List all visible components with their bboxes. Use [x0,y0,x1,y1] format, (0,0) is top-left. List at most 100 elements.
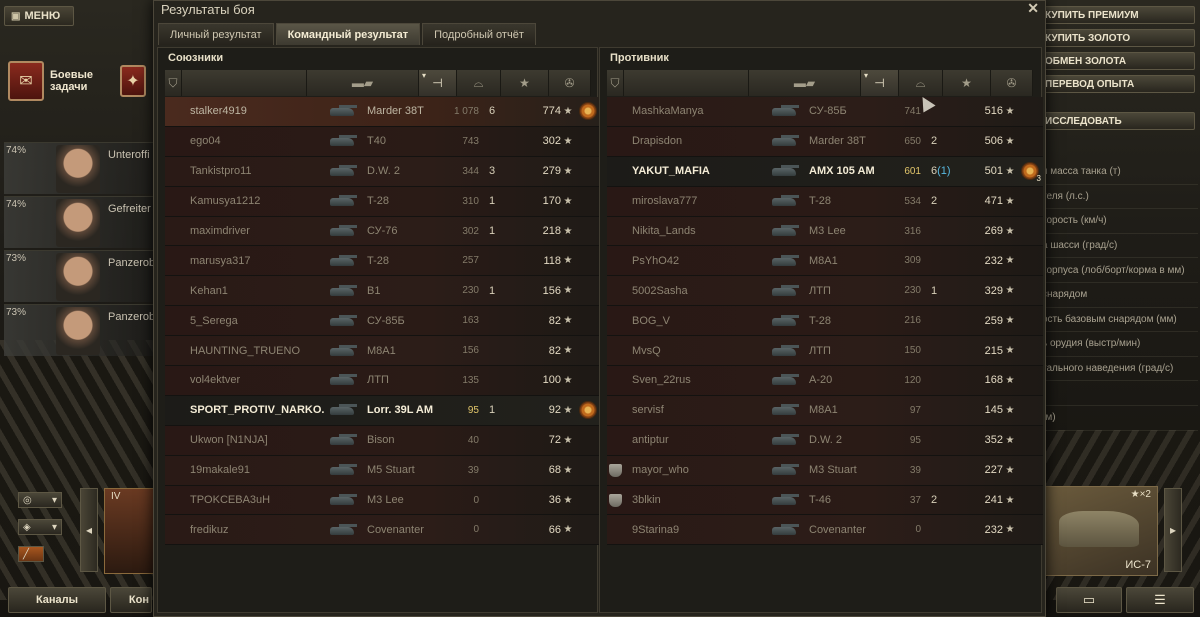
player-row[interactable]: YAKUT_MAFIA AMX 105 AM 601 6(1) 501 ★ 3 [607,156,1043,187]
player-name[interactable]: ego04 [182,135,325,147]
medal-icon[interactable] [580,103,596,120]
crew-member-1[interactable]: 74% Unterofﬁ [4,142,154,194]
player-row[interactable]: Nikita_Lands M3 Lee 316 269 ★ [607,216,1043,247]
col-damage[interactable]: ▾ ⊣ [419,70,457,96]
player-row[interactable]: MashkaManya СУ-85Б 741 516 ★ [607,97,1043,127]
menu-button[interactable]: ▣ МЕНЮ [4,6,74,26]
col-xp[interactable]: ★ [501,70,549,96]
col-squad[interactable]: ⛉ [607,70,624,96]
player-row[interactable]: mayor_who M3 Stuart 39 227 ★ [607,455,1043,486]
player-name[interactable]: 3blkin [624,494,767,506]
player-name[interactable]: SPORT_PROTIV_NARKO.. [182,404,325,416]
tab-team[interactable]: Командный результат [275,23,421,45]
player-name[interactable]: marusya317 [182,255,325,267]
player-row[interactable]: BOG_V T-28 216 259 ★ [607,306,1043,337]
player-name[interactable]: Ukwon [N1NJA] [182,434,325,446]
tab-personal[interactable]: Личный результат [158,23,274,45]
notifications-button[interactable]: ☰ [1126,587,1194,613]
player-row[interactable]: antiptur D.W. 2 95 352 ★ [607,425,1043,456]
player-name[interactable]: maximdriver [182,225,325,237]
player-row[interactable]: Sven_22rus A-20 120 168 ★ [607,366,1043,396]
col-kills[interactable]: ⌓ [899,70,943,96]
col-medals[interactable]: ✇ [549,70,591,96]
player-name[interactable]: servisf [624,404,767,416]
player-name[interactable]: BOG_V [624,315,767,327]
player-row[interactable]: 5_Serega СУ-85Б 163 82 ★ [165,306,601,337]
col-kills[interactable]: ⌓ [457,70,501,96]
player-row[interactable]: vol4ektver ЛТП 135 100 ★ [165,366,601,396]
player-row[interactable]: 5002Sasha ЛТП 230 1 329 ★ [607,276,1043,307]
player-name[interactable]: vol4ektver [182,374,325,386]
player-name[interactable]: HAUNTING_TRUENO [182,345,325,357]
player-row[interactable]: servisf M8A1 97 145 ★ [607,395,1043,426]
buy-premium-button[interactable]: КУПИТЬ ПРЕМИУМ [1040,6,1195,24]
player-name[interactable]: Sven_22rus [624,374,767,386]
player-name[interactable]: PsYhO42 [624,255,767,267]
contacts-button[interactable]: Кон [110,587,152,613]
crew-member-2[interactable]: 74% Gefreiter [4,196,154,248]
player-row[interactable]: ego04 T40 743 302 ★ [165,126,601,157]
transfer-xp-button[interactable]: ПЕРЕВОД ОПЫТА [1040,75,1195,93]
player-name[interactable]: fredikuz [182,524,325,536]
player-name[interactable]: 5002Sasha [624,285,767,297]
player-name[interactable]: TPOKCEBA3uH [182,494,325,506]
player-row[interactable]: Tankistpro11 D.W. 2 344 3 279 ★ [165,156,601,187]
tab-detailed[interactable]: Подробный отчёт [422,23,536,45]
battle-tasks[interactable]: ✉ Боевые задачи ✦ [8,58,158,104]
chat-button[interactable]: ▭ [1056,587,1122,613]
player-row[interactable]: stalker4919 Marder 38T 1 078 6 774 ★ [165,97,601,127]
player-name[interactable]: Tankistpro11 [182,165,325,177]
col-squad[interactable]: ⛉ [165,70,182,96]
player-name[interactable]: mayor_who [624,464,767,476]
carousel-right-arrow[interactable]: ▸ [1164,488,1182,572]
carousel-left-arrow[interactable]: ◂ [80,488,98,572]
player-name[interactable]: Kamusya1212 [182,195,325,207]
buy-gold-button[interactable]: КУПИТЬ ЗОЛОТО [1040,29,1195,47]
col-xp[interactable]: ★ [943,70,991,96]
nation-filter[interactable]: ◎ ▾ [18,492,62,508]
player-name[interactable]: YAKUT_MAFIA [624,165,767,177]
research-button[interactable]: ИССЛЕДОВАТЬ [1040,112,1195,130]
player-name[interactable]: MashkaManya [624,105,767,117]
garage-tank-card[interactable]: IV [104,488,154,574]
player-name[interactable]: 9Starina9 [624,524,767,536]
player-row[interactable]: Kamusya1212 T-28 310 1 170 ★ [165,186,601,217]
player-row[interactable]: Ukwon [N1NJA] Bison 40 72 ★ [165,425,601,456]
player-row[interactable]: PsYhO42 M8A1 309 232 ★ [607,246,1043,277]
selected-tank-card[interactable]: ★×2 ИС-7 [1044,486,1158,576]
col-vehicle[interactable]: ▬▰ [307,70,419,96]
col-player[interactable] [624,70,749,96]
player-name[interactable]: miroslava777 [624,195,767,207]
col-medals[interactable]: ✇ [991,70,1033,96]
exchange-gold-button[interactable]: ОБМЕН ЗОЛОТА [1040,52,1195,70]
col-vehicle[interactable]: ▬▰ [749,70,861,96]
player-row[interactable]: HAUNTING_TRUENO M8A1 156 82 ★ [165,336,601,367]
player-name[interactable]: 19makale91 [182,464,325,476]
channels-button[interactable]: Каналы [8,587,106,613]
player-name[interactable]: antiptur [624,434,767,446]
type-filter[interactable]: ◈ ▾ [18,519,62,535]
player-name[interactable]: MvsQ [624,345,767,357]
player-row[interactable]: marusya317 T-28 257 118 ★ [165,246,601,277]
player-name[interactable]: Kehan1 [182,285,325,297]
crew-member-4[interactable]: 73% Panzerob [4,304,155,356]
player-row[interactable]: SPORT_PROTIV_NARKO.. Lorr. 39L AM 95 1 92 ★ [165,395,601,426]
medal-icon[interactable]: 3 [1022,163,1041,183]
close-icon[interactable]: ✕ [1027,0,1039,17]
player-row[interactable]: MvsQ ЛТП 150 215 ★ [607,336,1043,367]
player-row[interactable]: TPOKCEBA3uH M3 Lee 0 36 ★ [165,485,601,516]
player-row[interactable]: 3blkin T-46 37 2 241 ★ [607,485,1043,516]
player-row[interactable]: 9Starina9 Covenanter 0 232 ★ [607,515,1043,546]
crew-member-3[interactable]: 73% Panzerob [4,250,155,302]
player-row[interactable]: fredikuz Covenanter 0 66 ★ [165,515,601,546]
player-row[interactable]: Drapisdon Marder 38T 650 2 506 ★ [607,126,1043,157]
player-row[interactable]: 19makale91 M5 Stuart 39 68 ★ [165,455,601,486]
player-row[interactable]: Kehan1 B1 230 1 156 ★ [165,276,601,307]
col-damage[interactable]: ▾ ⊣ [861,70,899,96]
col-player[interactable] [182,70,307,96]
ammo-filter[interactable]: ╱ [18,546,44,562]
player-row[interactable]: miroslava777 T-28 534 2 471 ★ [607,186,1043,217]
player-row[interactable]: maximdriver СУ-76 302 1 218 ★ [165,216,601,247]
medal-icon[interactable] [580,402,596,419]
player-name[interactable]: Nikita_Lands [624,225,767,237]
